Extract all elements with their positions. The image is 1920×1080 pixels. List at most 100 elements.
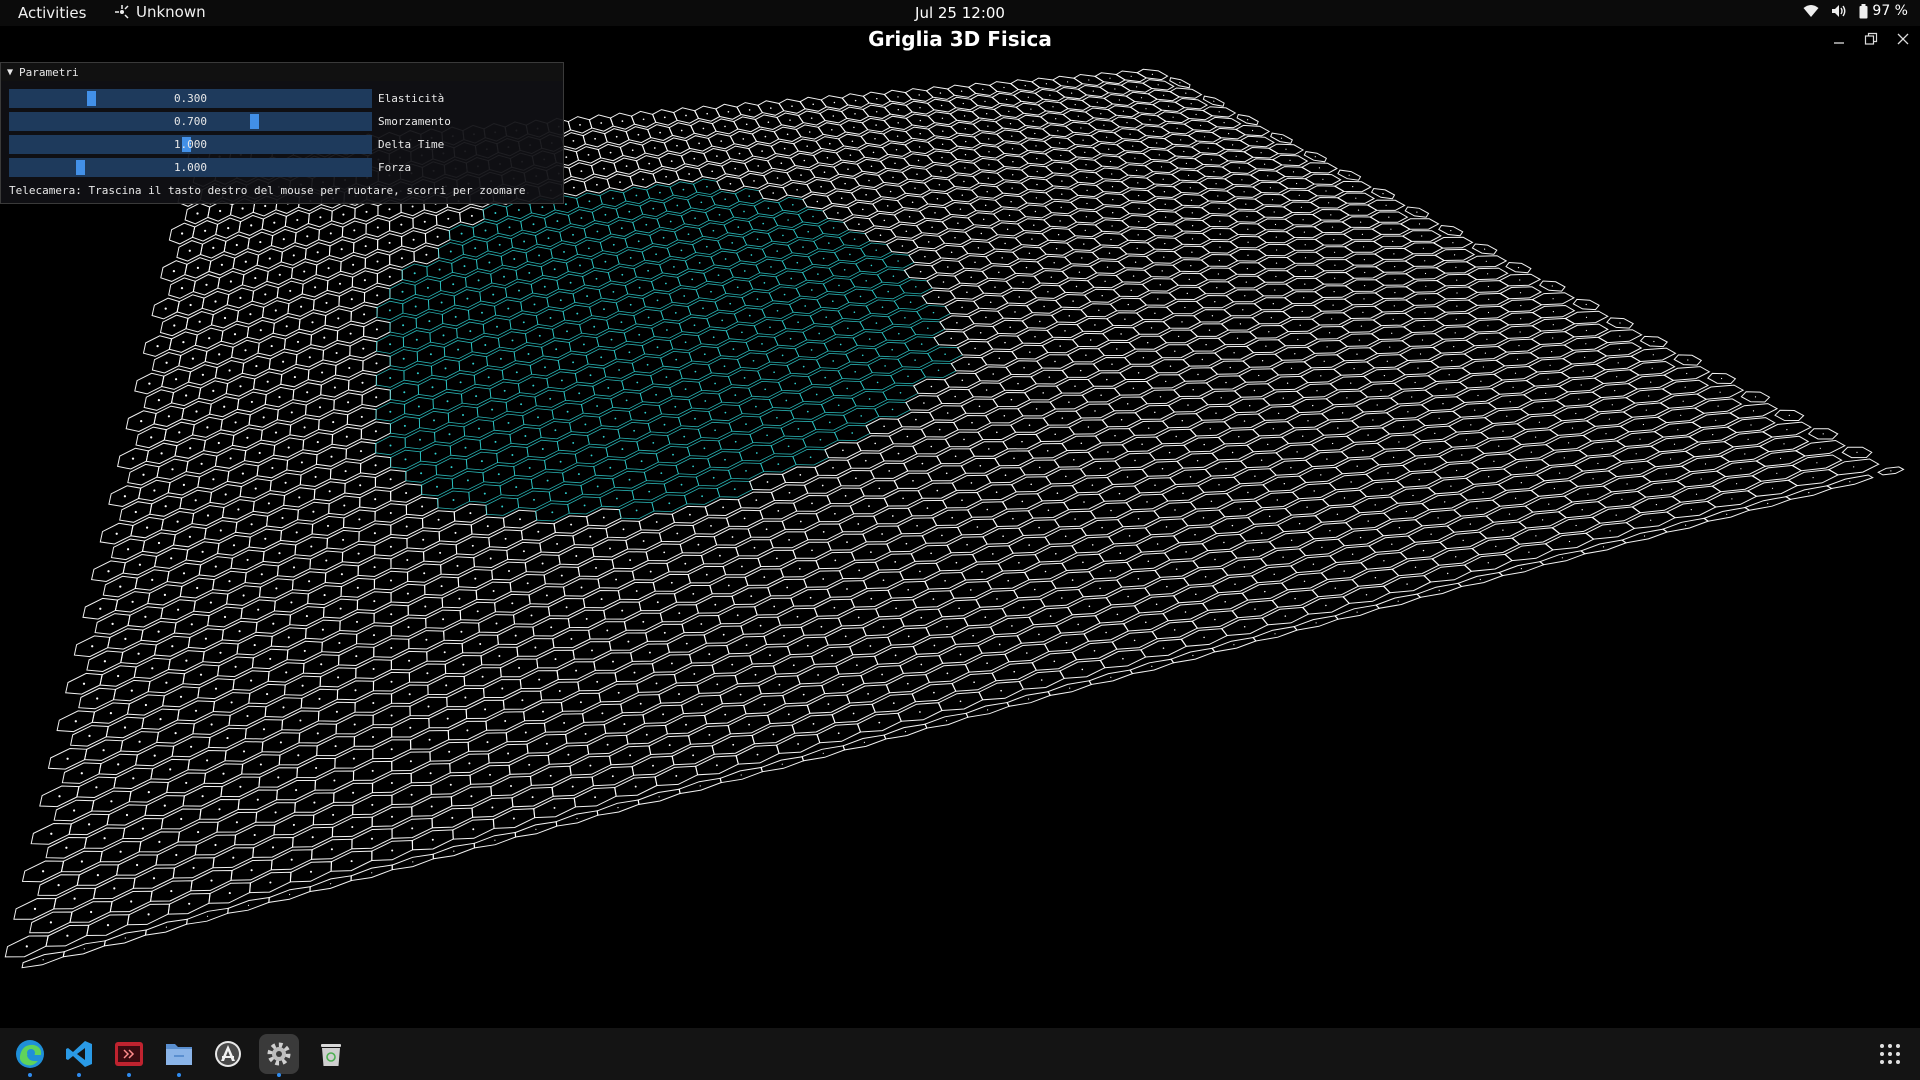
hex-node-dot [199, 673, 203, 676]
hex-node-dot [628, 478, 631, 481]
hex-node-dot [832, 115, 835, 117]
hex-node-dot [1406, 583, 1408, 585]
dock-item-edge[interactable] [10, 1034, 50, 1077]
hex-node-dot [1012, 174, 1014, 176]
slider-elasticity[interactable]: 0.300 Elasticità [9, 89, 557, 108]
hex-node-dot [705, 573, 708, 576]
slider-track[interactable]: 0.700 [9, 112, 372, 131]
slider-force[interactable]: 1.000 Forza [9, 158, 557, 177]
clock-label[interactable]: Jul 25 12:00 [915, 4, 1005, 22]
close-button[interactable] [1892, 29, 1914, 49]
hex-node-dot [1018, 562, 1020, 564]
system-tray[interactable]: 97 % [1803, 3, 1908, 19]
hex-node-dot [170, 557, 173, 560]
minimize-button[interactable] [1828, 29, 1850, 49]
hex-node-dot [373, 600, 376, 603]
hex-node-dot [402, 324, 405, 327]
hex-node-dot [888, 470, 891, 472]
hex-node-dot [1084, 229, 1086, 232]
hex-node-dot [359, 450, 363, 453]
hex-node-dot [1690, 508, 1692, 511]
hex-node-dot [745, 470, 747, 472]
hex-node-dot [1552, 337, 1554, 339]
hex-node-dot [1065, 641, 1068, 644]
hex-node-dot [833, 101, 836, 104]
hex-node-dot [1337, 427, 1339, 429]
hex-node-dot [741, 331, 743, 334]
dock-item-trash[interactable] [311, 1034, 351, 1074]
hex-node-dot [933, 644, 936, 647]
hex-node-dot [604, 260, 607, 263]
restore-button[interactable] [1860, 29, 1882, 49]
hex-node-dot [961, 194, 964, 196]
app-indicator[interactable]: Unknown [114, 3, 206, 21]
hex-node-dot [734, 394, 737, 396]
slider-track[interactable]: 1.000 [9, 158, 372, 177]
hex-node-dot [1050, 276, 1053, 278]
hex-node-dot [759, 624, 762, 627]
hex-node-dot [1243, 191, 1245, 193]
hex-node-dot [971, 421, 973, 424]
hex-node-dot [1197, 373, 1199, 376]
hex-node-dot [460, 630, 463, 633]
hex-node-dot [363, 313, 366, 316]
hex-node-dot [1192, 654, 1194, 657]
hex-node-dot [1130, 75, 1132, 77]
hex-node-dot [469, 330, 472, 333]
hex-node-dot [1411, 396, 1413, 398]
hex-node-dot [970, 276, 972, 278]
hex-node-dot [494, 440, 497, 443]
hex-node-dot [157, 541, 161, 545]
hex-node-dot [703, 447, 706, 450]
hex-node-dot [433, 419, 435, 422]
hex-node-dot [1282, 397, 1284, 399]
hex-node-dot [1552, 298, 1554, 300]
hex-node-dot [511, 339, 514, 342]
hex-node-dot [791, 203, 794, 206]
hex-node-dot [979, 465, 982, 467]
hex-node-dot [390, 714, 393, 717]
hex-node-dot [1277, 412, 1280, 415]
hex-node-dot [974, 261, 976, 264]
hex-node-dot [1218, 111, 1220, 113]
hex-node-dot [285, 671, 288, 674]
slider-track[interactable]: 1.000 [9, 135, 372, 154]
dock-item-vscode[interactable] [59, 1034, 99, 1077]
hex-node-dot [822, 257, 825, 260]
parameters-panel[interactable]: ▼ Parametri 0.300 Elasticità 0.700 Smorz… [0, 62, 564, 204]
hex-node-dot [476, 610, 479, 613]
hex-node-dot [1133, 639, 1136, 642]
hex-node-dot [1214, 301, 1216, 303]
hex-node-dot [1145, 621, 1147, 624]
panel-header[interactable]: ▼ Parametri [1, 63, 563, 81]
dock-item-terminal[interactable] [109, 1034, 149, 1077]
slider-delta-time[interactable]: 1.000 Delta Time [9, 135, 557, 154]
show-apps-button[interactable] [1870, 1034, 1910, 1074]
collapse-arrow-icon[interactable]: ▼ [7, 67, 13, 78]
hex-node-dot [781, 763, 783, 765]
window-titlebar[interactable]: Griglia 3D Fisica [0, 26, 1920, 52]
hex-node-dot [945, 472, 948, 475]
hex-node-dot [806, 410, 809, 413]
hex-node-dot [1146, 501, 1148, 503]
hex-node-dot [518, 289, 520, 292]
hex-node-dot [704, 400, 707, 402]
activities-button[interactable]: Activities [18, 4, 86, 22]
hex-node-dot [939, 92, 942, 94]
hex-node-dot [674, 405, 677, 408]
hex-node-dot [724, 125, 726, 128]
hex-node-dot [335, 710, 338, 713]
hex-node-dot [985, 316, 987, 319]
hex-node-dot [348, 366, 351, 370]
hex-node-dot [1094, 324, 1096, 326]
slider-track[interactable]: 0.300 [9, 89, 372, 108]
slider-damping[interactable]: 0.700 Smorzamento [9, 112, 557, 131]
hex-node-dot [577, 473, 580, 476]
dock-item-files[interactable] [159, 1034, 199, 1077]
dock-item-settings[interactable] [259, 1034, 299, 1077]
hex-node-dot [389, 376, 392, 380]
hex-node-dot [172, 269, 176, 273]
dock-item-software[interactable] [208, 1034, 248, 1074]
hex-node-dot [1011, 135, 1013, 137]
hex-node-dot [1025, 652, 1028, 654]
